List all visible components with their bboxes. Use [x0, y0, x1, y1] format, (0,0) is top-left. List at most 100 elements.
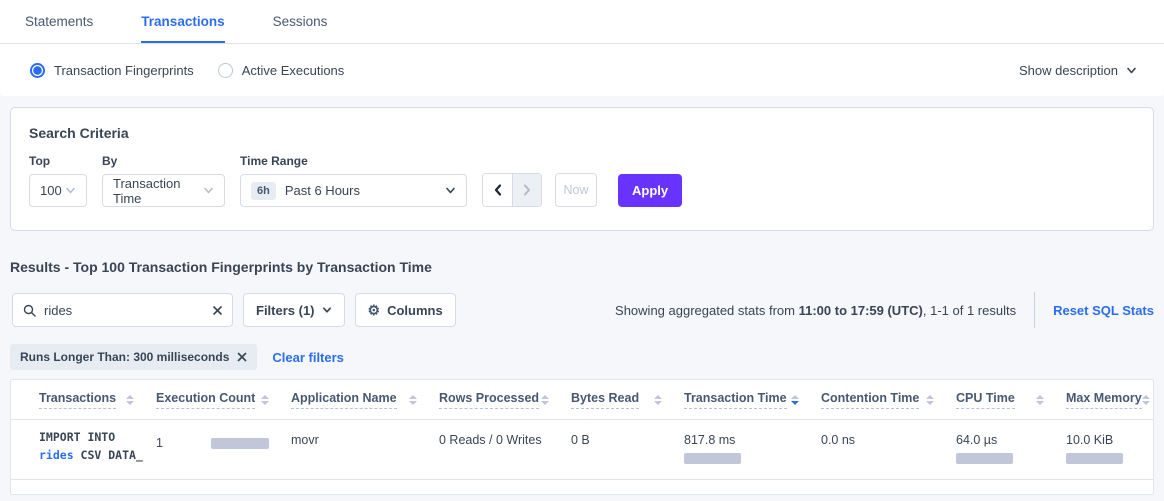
time-nav-group	[482, 173, 542, 207]
stats-suffix: , 1-1 of 1 results	[923, 303, 1016, 318]
aggregated-stats-text: Showing aggregated stats from 11:00 to 1…	[615, 303, 1016, 318]
column-header-max-memory[interactable]: Max Memory	[1066, 391, 1154, 409]
cpu-time-value: 64.0 µs	[956, 433, 1066, 447]
sort-icon[interactable]	[261, 395, 269, 405]
column-header-contention-time[interactable]: Contention Time	[821, 391, 956, 409]
max-memory-bar	[1066, 453, 1123, 464]
transaction-time-cell: 817.8 ms	[684, 420, 821, 464]
table-header-row: Transactions Execution Count Application…	[11, 380, 1153, 420]
execution-count-cell: 1	[156, 420, 291, 450]
time-range-value: Past 6 Hours	[285, 183, 360, 198]
filter-chip-row: Runs Longer Than: 300 milliseconds Clear…	[10, 344, 1154, 370]
execution-count-value: 1	[156, 436, 211, 450]
gear-icon: ⚙	[368, 303, 381, 317]
search-criteria-card: Search Criteria Top 100 By Transaction T…	[10, 107, 1154, 231]
apply-button[interactable]: Apply	[618, 174, 682, 207]
top-label: Top	[29, 154, 87, 168]
radio-active-executions-label: Active Executions	[242, 63, 345, 78]
view-mode-row: Transaction Fingerprints Active Executio…	[0, 44, 1164, 96]
table-row: IMPORT INTO rides CSV DATA_ 1 movr 0 Rea…	[11, 420, 1153, 480]
sort-icon[interactable]	[654, 395, 662, 405]
time-range-badge: 6h	[251, 182, 276, 200]
tab-statements[interactable]: Statements	[25, 0, 93, 43]
radio-active-executions[interactable]: Active Executions	[218, 63, 345, 78]
column-header-rows-processed[interactable]: Rows Processed	[439, 391, 571, 409]
clear-filters-link[interactable]: Clear filters	[272, 350, 344, 365]
chevron-down-icon	[322, 305, 332, 315]
clear-search-icon[interactable]	[213, 306, 222, 315]
now-button[interactable]: Now	[555, 173, 597, 207]
by-select-value: Transaction Time	[113, 176, 203, 206]
radio-selected-icon[interactable]	[30, 63, 45, 78]
results-toolbar: Filters (1) ⚙ Columns Showing aggregated…	[12, 292, 1154, 328]
columns-button-label: Columns	[387, 303, 443, 318]
column-header-label: CPU Time	[956, 391, 1015, 409]
tab-sessions[interactable]: Sessions	[273, 0, 328, 43]
column-header-bytes-read[interactable]: Bytes Read	[571, 391, 684, 409]
cpu-time-cell: 64.0 µs	[956, 420, 1066, 464]
transaction-sql-line1: IMPORT INTO	[39, 429, 156, 447]
max-memory-value: 10.0 KiB	[1066, 433, 1154, 447]
execution-count-bar	[211, 438, 269, 449]
by-select[interactable]: Transaction Time	[102, 174, 225, 207]
time-next-button	[512, 174, 541, 206]
transaction-sql-line2: rides CSV DATA_	[39, 447, 156, 465]
sort-icon[interactable]	[541, 395, 549, 405]
filters-button-label: Filters (1)	[256, 303, 315, 318]
time-range-field: Time Range 6h Past 6 Hours	[240, 154, 467, 207]
sort-icon[interactable]	[1036, 395, 1044, 405]
chevron-down-icon	[445, 185, 456, 196]
column-header-label: Transactions	[39, 391, 116, 409]
filter-chip-label: Runs Longer Than: 300 milliseconds	[20, 350, 229, 364]
column-header-cpu-time[interactable]: CPU Time	[956, 391, 1066, 409]
column-header-execution-count[interactable]: Execution Count	[156, 391, 291, 409]
column-header-label: Contention Time	[821, 391, 919, 409]
column-header-label: Application Name	[291, 391, 397, 409]
top-select-value: 100	[40, 183, 62, 198]
sort-icon[interactable]	[1142, 395, 1150, 405]
search-criteria-title: Search Criteria	[29, 125, 1135, 141]
column-header-transaction-time[interactable]: Transaction Time	[684, 391, 821, 409]
radio-unselected-icon[interactable]	[218, 63, 233, 78]
stats-range: 11:00 to 17:59 (UTC)	[799, 303, 923, 318]
transaction-fingerprint-cell[interactable]: IMPORT INTO rides CSV DATA_	[11, 420, 156, 465]
top-tab-bar: Statements Transactions Sessions	[0, 0, 1164, 44]
remove-filter-icon[interactable]	[237, 352, 247, 362]
cpu-time-bar	[956, 453, 1013, 464]
top-field: Top 100	[29, 154, 87, 207]
chevron-down-icon	[203, 185, 214, 196]
sort-desc-icon[interactable]	[791, 395, 799, 405]
sort-icon[interactable]	[926, 395, 934, 405]
radio-transaction-fingerprints[interactable]: Transaction Fingerprints	[30, 63, 194, 78]
by-label: By	[102, 154, 225, 168]
rows-processed-cell: 0 Reads / 0 Writes	[439, 420, 571, 447]
time-range-label: Time Range	[240, 154, 467, 168]
filter-chip: Runs Longer Than: 300 milliseconds	[10, 344, 257, 370]
column-header-label: Max Memory	[1066, 391, 1142, 409]
columns-button[interactable]: ⚙ Columns	[355, 293, 456, 327]
reset-sql-stats-link[interactable]: Reset SQL Stats	[1053, 303, 1154, 318]
show-description-toggle[interactable]: Show description	[1019, 63, 1137, 78]
vertical-divider	[1034, 292, 1035, 328]
caret-right-icon	[521, 183, 533, 197]
sort-icon[interactable]	[126, 395, 134, 405]
transaction-time-value: 817.8 ms	[684, 433, 821, 447]
filters-button[interactable]: Filters (1)	[243, 293, 345, 327]
top-select[interactable]: 100	[29, 174, 87, 207]
transaction-sql-rest: CSV DATA_	[74, 448, 143, 462]
transaction-link[interactable]: rides	[39, 448, 74, 462]
tab-transactions[interactable]: Transactions	[141, 0, 224, 43]
transactions-page: Statements Transactions Sessions Transac…	[0, 0, 1164, 501]
time-prev-button[interactable]	[483, 174, 512, 206]
column-header-label: Bytes Read	[571, 391, 639, 409]
column-header-label: Transaction Time	[684, 391, 787, 409]
search-box[interactable]	[12, 293, 233, 327]
column-header-transactions[interactable]: Transactions	[11, 391, 156, 409]
search-input[interactable]	[44, 303, 213, 318]
results-heading: Results - Top 100 Transaction Fingerprin…	[10, 259, 1154, 275]
radio-transaction-fingerprints-label: Transaction Fingerprints	[54, 63, 194, 78]
column-header-application-name[interactable]: Application Name	[291, 391, 439, 409]
time-range-select[interactable]: 6h Past 6 Hours	[240, 174, 467, 207]
results-table: Transactions Execution Count Application…	[10, 379, 1154, 495]
sort-icon[interactable]	[409, 395, 417, 405]
